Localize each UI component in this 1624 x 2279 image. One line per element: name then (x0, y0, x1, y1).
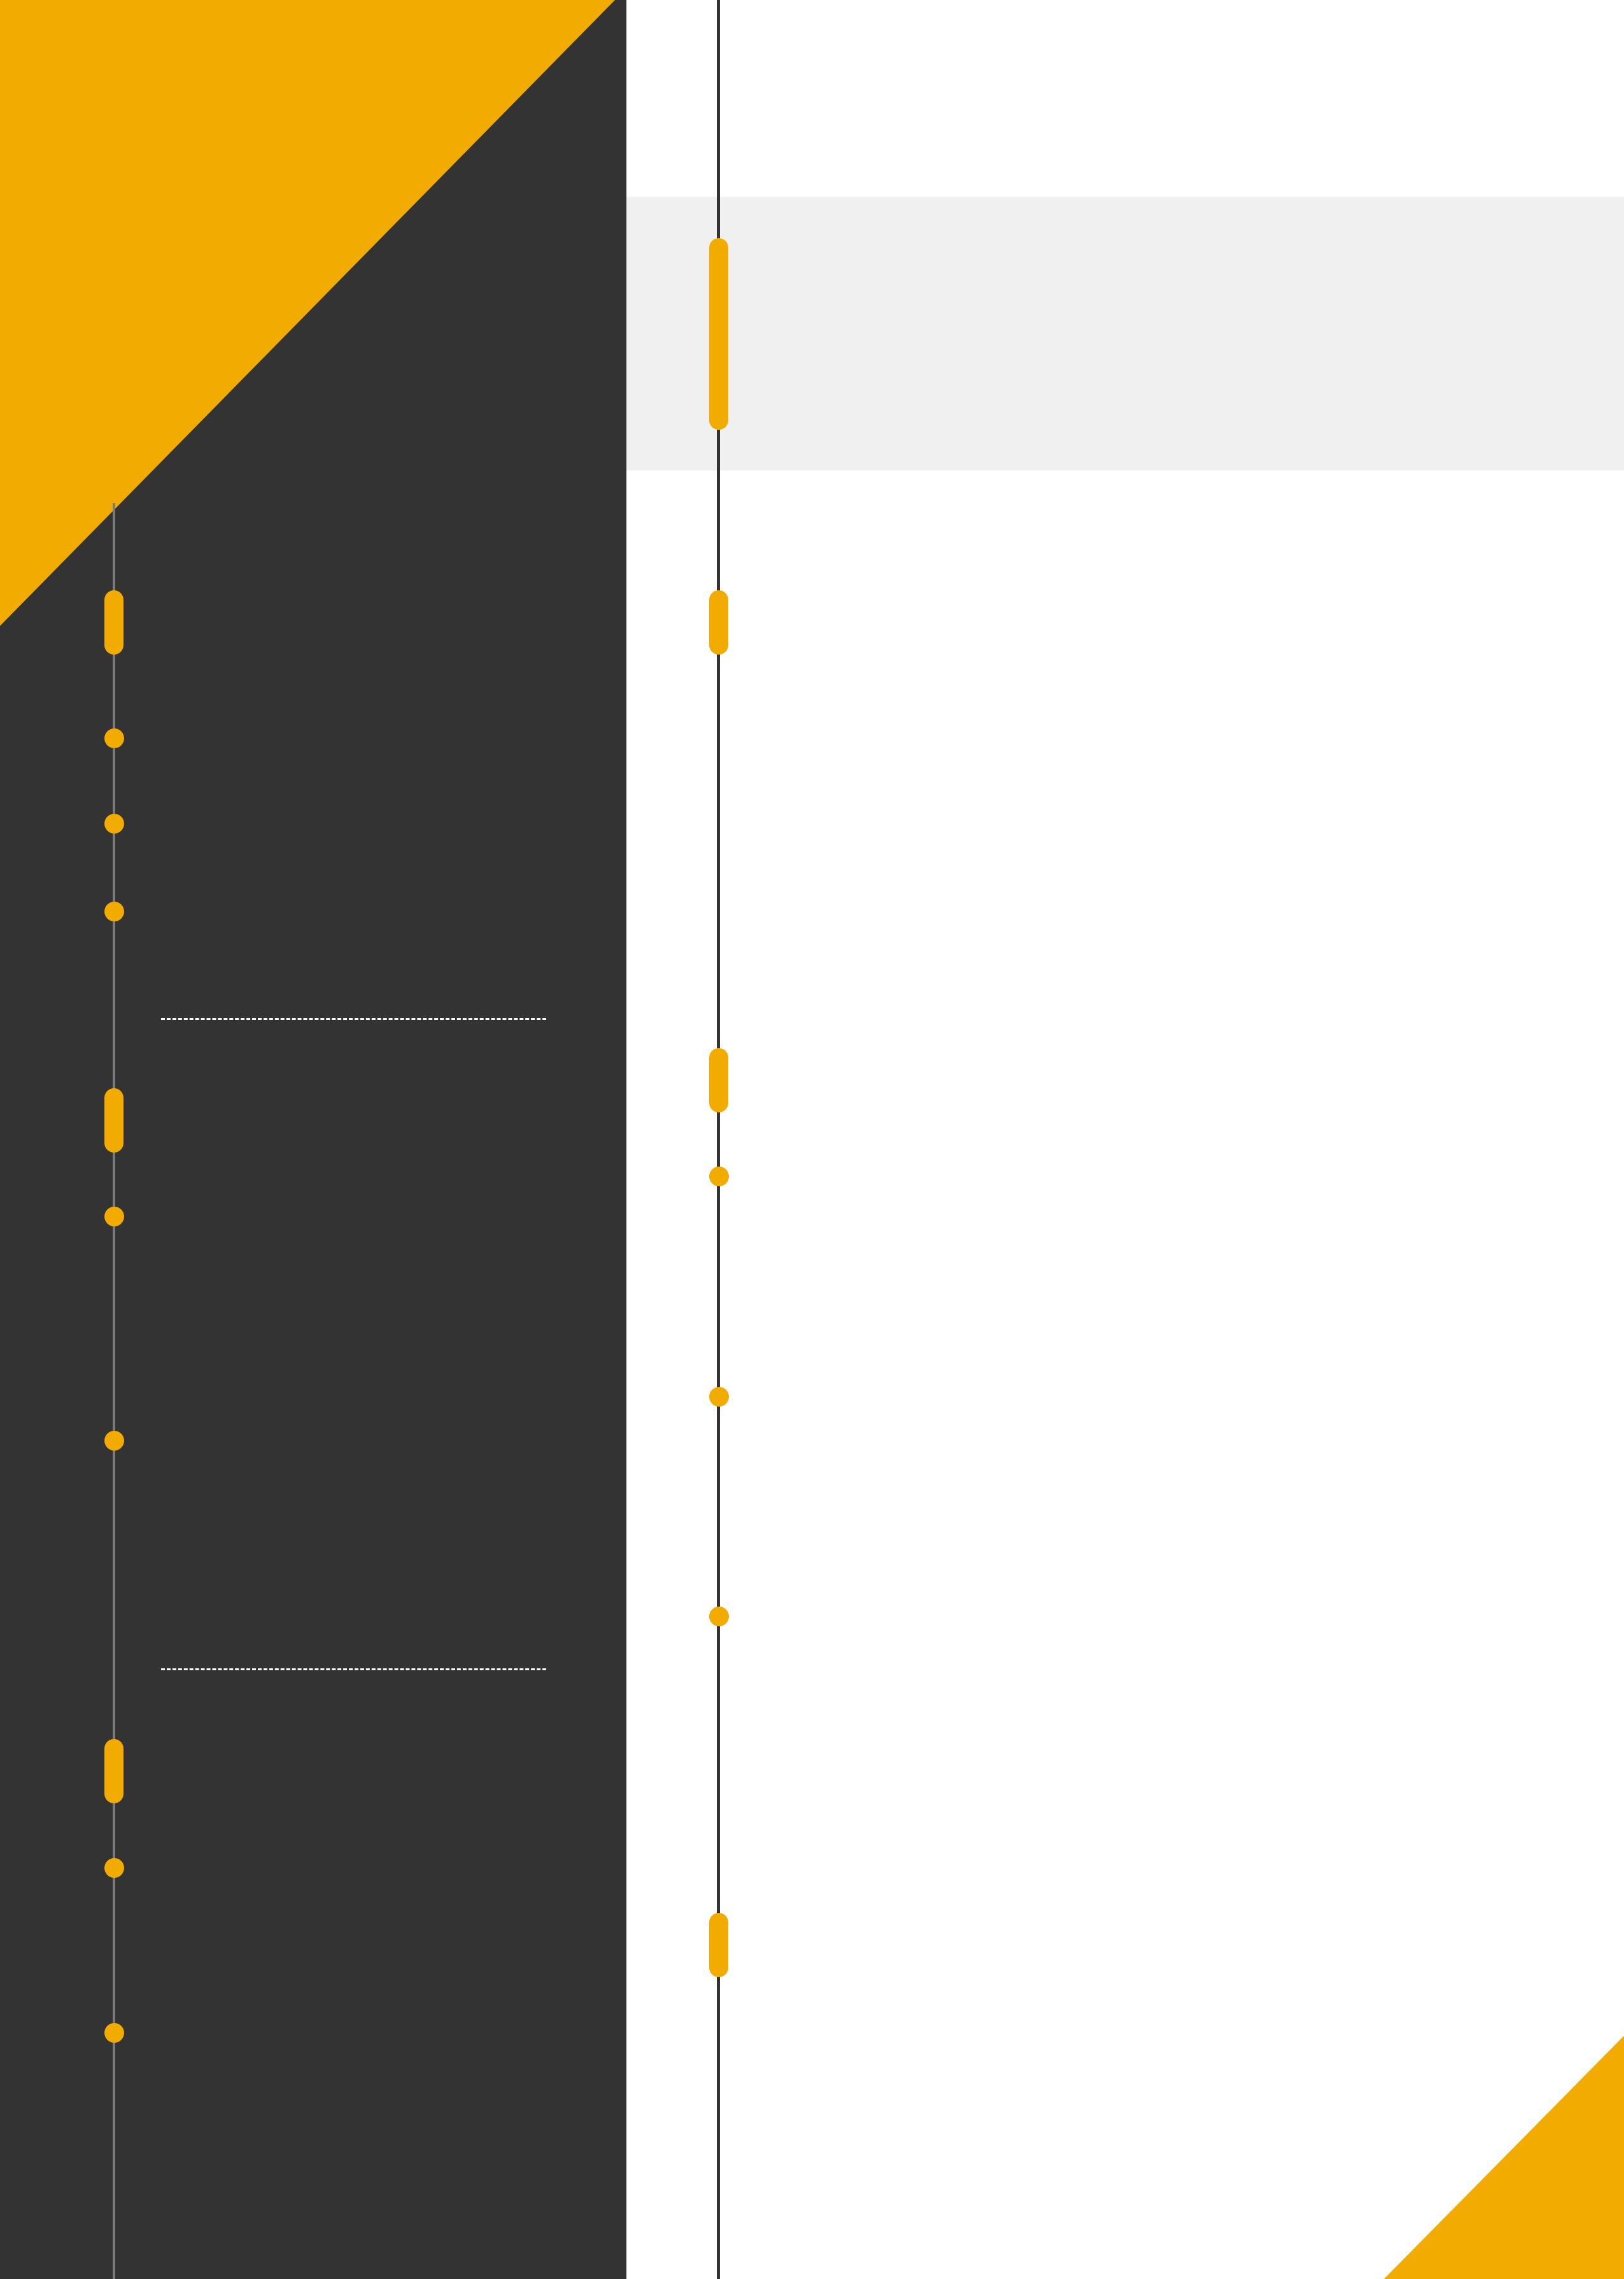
sidebar-timeline-line (113, 503, 115, 2279)
header-marker (709, 238, 728, 430)
bottom-corner-triangle (1384, 2036, 1624, 2279)
sidebar-item-bullet (104, 728, 124, 748)
sidebar-divider (161, 1018, 546, 1020)
sidebar-section-marker (104, 590, 124, 655)
main-section-marker (709, 1913, 728, 1977)
sidebar-divider (161, 1668, 546, 1670)
sidebar-item-bullet (104, 814, 124, 834)
sidebar-section-marker (104, 1088, 124, 1153)
sidebar-item-bullet (104, 1858, 124, 1878)
sidebar-item-bullet (104, 902, 124, 921)
bottom-corner-triangle-shape (1384, 2036, 1624, 2279)
main-entry-bullet (709, 1387, 729, 1407)
sidebar-corner-triangle (0, 0, 615, 626)
main-section-marker (709, 1048, 728, 1112)
sidebar-item-bullet (104, 1431, 124, 1451)
main-section-marker (709, 590, 728, 655)
sidebar-item-bullet (104, 1207, 124, 1226)
sidebar-item-bullet (104, 2023, 124, 2043)
sidebar-section-marker (104, 1739, 124, 1803)
header-band (626, 197, 1624, 471)
sidebar-corner-triangle-shape (0, 0, 615, 626)
main-entry-bullet (709, 1607, 729, 1626)
main-entry-bullet (709, 1167, 729, 1186)
